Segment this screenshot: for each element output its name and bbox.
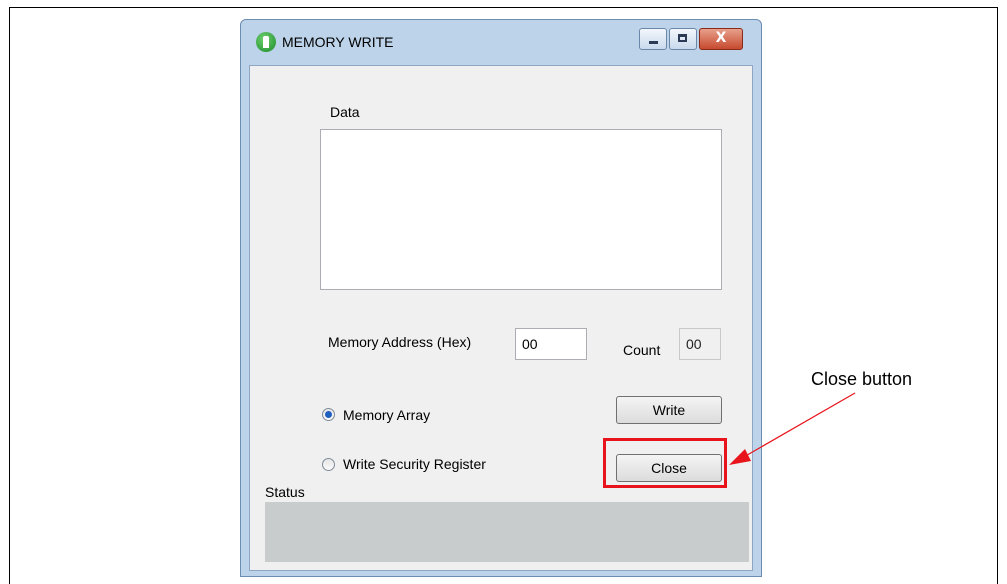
callout-arrow-line	[741, 392, 856, 459]
callout-arrow-head	[729, 449, 751, 465]
callout-arrow	[729, 392, 856, 465]
